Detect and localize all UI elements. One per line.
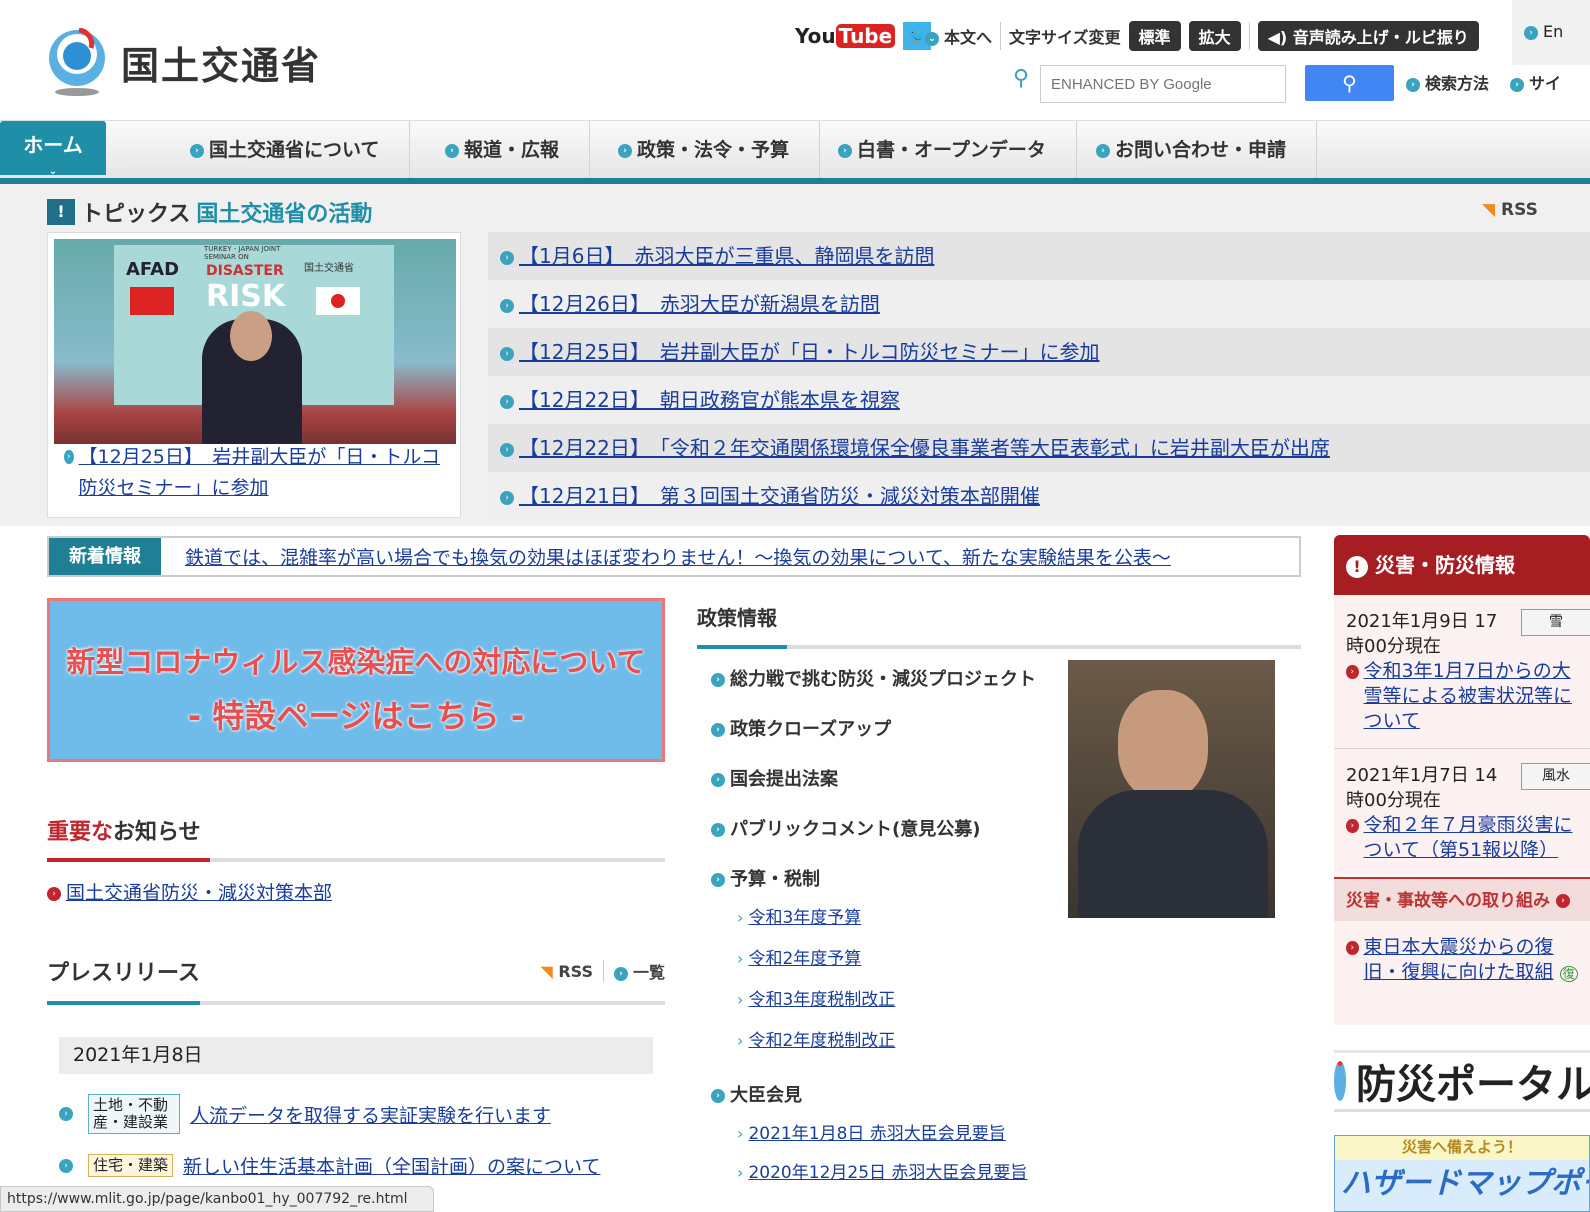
disaster-time: 2021年1月9日 17時00分現在 [1346, 611, 1498, 657]
mlit-logo-icon [1334, 1061, 1346, 1101]
important-title: 重要なお知らせ [47, 820, 201, 845]
rss-icon: ◥ [540, 961, 559, 981]
nav-contact[interactable]: › お問い合わせ・申請 [1066, 121, 1318, 179]
disaster-header[interactable]: ! 災害・防災情報 [1334, 535, 1590, 595]
nav-about[interactable]: › 国土交通省について [160, 121, 411, 179]
link[interactable]: 人流データを取得する実証実験を行います [190, 1101, 551, 1128]
link[interactable]: 令和2年度税制改正 [748, 1031, 895, 1051]
disaster-tag: 風水 [1521, 763, 1590, 790]
disaster-time: 2021年1月7日 14時00分現在 [1346, 765, 1498, 811]
font-large-button[interactable]: 拡大 [1188, 21, 1241, 51]
topic-item[interactable]: › 【1月6日】 赤羽大臣が三重県、静岡県を訪問 [488, 232, 1590, 280]
minister-photo [1068, 660, 1275, 918]
link[interactable]: 令和2年度予算 [748, 949, 861, 969]
search-input[interactable] [1040, 65, 1286, 103]
press-title: プレスリリース [47, 961, 200, 986]
logo-text: 国土交通省 [121, 43, 322, 88]
font-standard-button[interactable]: 標準 [1128, 21, 1181, 51]
press-conf-link[interactable]: › 2021年1月8日 赤羽大臣会見要旨 [737, 1119, 1057, 1144]
covid-line2: - 特設ページはこちら - [187, 697, 525, 735]
important-item[interactable]: › 国土交通省防災・減災対策本部 [47, 878, 665, 905]
disaster-link[interactable]: › 令和3年1月7日からの大雪等による被害状況等について [1346, 659, 1578, 734]
press-item[interactable]: › 住宅・建築 新しい住生活基本計画（全国計画）の案について [59, 1152, 665, 1179]
location-pin-icon: ⚲ [1013, 66, 1030, 91]
link[interactable]: 令和3年度予算 [748, 908, 861, 928]
rss-icon: ◥ [1482, 200, 1501, 220]
link[interactable]: 【12月22日】 朝日政務官が熊本県を視察 [519, 388, 900, 412]
youtube-icon[interactable]: You Tube [795, 24, 896, 48]
press-list-link[interactable]: › 一覧 [613, 959, 665, 983]
topic-item[interactable]: › 【12月26日】 赤羽大臣が新潟県を訪問 [488, 280, 1590, 328]
topics-section: ! トピックス 国土交通省の活動 ◥ RSS AFAD TURKEY - JAP… [0, 184, 1590, 526]
link[interactable]: 令和3年1月7日からの大雪等による被害状況等について [1364, 659, 1578, 734]
skip-to-content-link[interactable]: ⌄ 本文へ [925, 24, 992, 48]
font-size-label: 文字サイズ変更 [1009, 28, 1121, 47]
link[interactable]: 新しい住生活基本計画（全国計画）の案について [183, 1152, 600, 1179]
budget-link[interactable]: › 令和3年度税制改正 [737, 985, 1301, 1010]
topic-item[interactable]: › 【12月25日】 岩井副大臣が「日・トルコ防災セミナー」に参加 [488, 328, 1590, 376]
nav-home[interactable]: ホーム ⌄ [0, 121, 106, 177]
press-category: 土地・不動産・建設業 [88, 1094, 180, 1134]
status-bar-url: https://www.mlit.go.jp/page/kanbo01_hy_0… [0, 1186, 434, 1212]
topics-title: トピックス [81, 202, 191, 227]
press-item[interactable]: › 土地・不動産・建設業 人流データを取得する実証実験を行います [59, 1094, 665, 1134]
nav-whitepaper[interactable]: › 白書・オープンデータ [808, 121, 1077, 179]
mlit-logo-icon [49, 28, 105, 96]
search-button[interactable]: ⚲ [1305, 65, 1394, 101]
disaster-link[interactable]: › 令和２年７月豪雨災害について（第51報以降） [1346, 813, 1578, 863]
covid-line1: 新型コロナウィルス感染症への対応について [66, 645, 646, 679]
search-icon: ⚲ [1342, 71, 1357, 95]
topics-rss-link[interactable]: ◥ RSS [1482, 200, 1538, 220]
recovery-badge: 復 [1559, 966, 1578, 982]
link[interactable]: 国土交通省防災・減災対策本部 [66, 882, 332, 904]
press-date: 2021年1月8日 [59, 1037, 653, 1074]
alert-icon: ! [1346, 556, 1368, 578]
global-nav: ホーム ⌄ › 国土交通省について › 報道・広報 › 政策・法令・予算 › 白書・オープ… [0, 120, 1590, 179]
news-ticker: 新着情報 鉄道では、混雑率が高い場合でも換気の効果はほぼ変わりません！～換気の効… [47, 536, 1301, 577]
link[interactable]: 【12月26日】 赤羽大臣が新潟県を訪問 [519, 292, 880, 316]
efforts-header[interactable]: 災害・事故等への取り組み › [1334, 877, 1590, 921]
link[interactable]: 【1月6日】 赤羽大臣が三重県、静岡県を訪問 [519, 244, 934, 268]
efforts-link[interactable]: › 東日本大震災からの復旧・復興に向けた取組 復 [1334, 921, 1590, 1001]
budget-link[interactable]: › 令和2年度税制改正 [737, 1026, 1301, 1051]
nav-policy[interactable]: › 政策・法令・予算 [588, 121, 821, 179]
link[interactable]: 2021年1月8日 赤羽大臣会見要旨 [748, 1124, 1005, 1144]
press-conf-link[interactable]: › 2020年12月25日 赤羽大臣会見要旨 [737, 1158, 1057, 1188]
link[interactable]: 2020年12月25日 赤羽大臣会見要旨 [748, 1163, 1027, 1183]
topics-subtitle: 国土交通省の活動 [196, 202, 373, 227]
disaster-tag: 雪 [1521, 609, 1590, 636]
speaker-icon: ◀) [1267, 28, 1288, 47]
press-conf-title[interactable]: › 大臣会見 [697, 1081, 1301, 1107]
topic-item[interactable]: › 【12月22日】 朝日政務官が熊本県を視察 [488, 376, 1590, 424]
hazard-map-banner[interactable]: 災害へ備えよう！ ハザードマップポータル [1334, 1135, 1590, 1212]
search-method-link[interactable]: › 検索方法 [1406, 70, 1489, 94]
disaster-panel: ! 災害・防災情報 2021年1月9日 17時00分現在雪 › 令和3年1月7日か… [1334, 535, 1590, 1025]
link[interactable]: 【12月22日】 「令和２年交通関係環境保全優良事業者等大臣表彰式」に岩井副大臣… [519, 436, 1330, 460]
logo[interactable]: 国土交通省 [45, 28, 321, 96]
sitemap-link[interactable]: › サイ [1510, 70, 1561, 94]
link[interactable]: 【12月21日】 第３回国土交通省防災・減災対策本部開催 [519, 484, 1040, 508]
nav-press[interactable]: › 報道・広報 [415, 121, 591, 179]
budget-link[interactable]: › 令和2年度予算 [737, 944, 1301, 969]
topics-icon: ! [47, 199, 75, 225]
topic-item[interactable]: › 【12月21日】 第３回国土交通省防災・減災対策本部開催 [488, 472, 1590, 520]
news-label: 新着情報 [49, 538, 161, 575]
topic-item[interactable]: › 【12月22日】 「令和２年交通関係環境保全優良事業者等大臣表彰式」に岩井副大… [488, 424, 1590, 472]
speech-ruby-button[interactable]: ◀) 音声読み上げ・ルビ振り [1257, 21, 1479, 51]
link[interactable]: 東日本大震災からの復旧・復興に向けた取組 [1364, 936, 1554, 983]
link[interactable]: 【12月25日】 岩井副大臣が「日・トルコ防災セミナー」に参加 [519, 340, 1100, 364]
link[interactable]: 令和3年度税制改正 [748, 990, 895, 1010]
news-link[interactable]: 鉄道では、混雑率が高い場合でも換気の効果はほぼ変わりません！～換気の効果について… [185, 543, 1171, 570]
press-rss-link[interactable]: ◥ RSS [540, 962, 593, 981]
english-link[interactable]: › En [1512, 0, 1590, 65]
covid-banner[interactable]: 新型コロナウィルス感染症への対応について - 特設ページはこちら - [47, 598, 665, 762]
policy-title: 政策情報 [697, 606, 777, 630]
link[interactable]: 令和２年７月豪雨災害について（第51報以降） [1364, 813, 1578, 863]
bousai-portal-banner[interactable]: 防災ポータル [1334, 1050, 1590, 1112]
press-category: 住宅・建築 [88, 1154, 174, 1177]
